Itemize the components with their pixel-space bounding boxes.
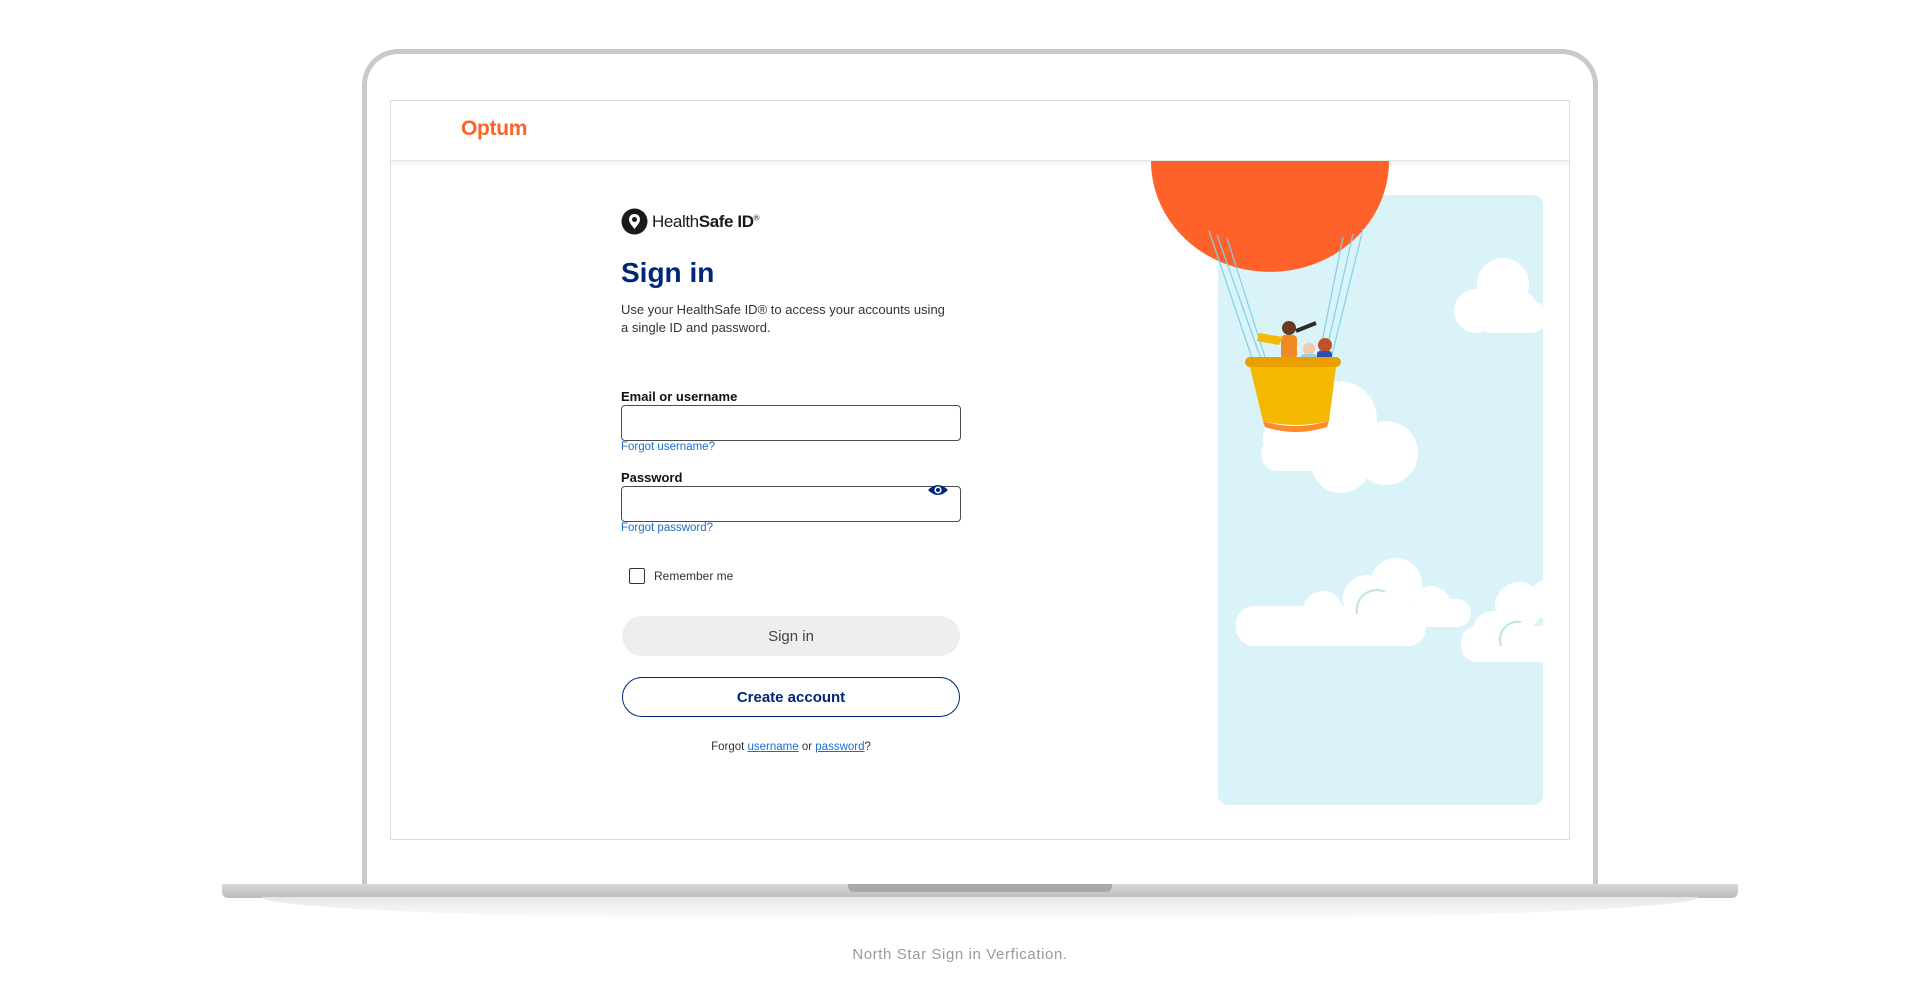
hot-air-balloon-illustration: [1151, 161, 1569, 805]
password-label: Password: [621, 470, 683, 485]
healthsafe-shield-icon: [621, 208, 648, 235]
cloud-bottom-left: [1236, 558, 1471, 646]
healthsafe-id-wordmark: HealthSafe ID®: [652, 211, 760, 231]
page-title: Sign in: [621, 257, 715, 288]
footer-username-link[interactable]: username: [748, 741, 799, 753]
cloud-middle: [1261, 381, 1418, 493]
image-caption: North Star Sign in Verfication.: [852, 946, 1068, 963]
footer-password-link[interactable]: password: [815, 741, 864, 753]
forgot-password-link[interactable]: Forgot password?: [621, 522, 713, 534]
eye-icon[interactable]: [927, 483, 949, 497]
optum-logo[interactable]: Optum: [461, 117, 527, 141]
remember-me-checkbox[interactable]: [629, 568, 645, 584]
laptop-notch: [848, 884, 1112, 892]
cloud-top-right: [1454, 258, 1546, 333]
remember-me-label: Remember me: [654, 569, 734, 583]
sign-in-button[interactable]: Sign in: [622, 616, 960, 656]
healthsafe-id-logo: HealthSafe ID®: [621, 208, 759, 235]
browser-screen: Optum HealthSafe ID® Sign in Use your He…: [390, 100, 1570, 840]
intro-text: Use your HealthSafe ID® to access your a…: [621, 302, 945, 335]
forgot-credentials-text: Forgot username or password?: [711, 741, 871, 753]
email-label: Email or username: [621, 389, 738, 404]
create-account-button[interactable]: Create account: [622, 677, 960, 717]
password-field[interactable]: [621, 486, 961, 522]
forgot-username-link[interactable]: Forgot username?: [621, 441, 715, 453]
cloud-bottom-right: [1461, 579, 1569, 662]
laptop-foot-shadow: [262, 897, 1698, 921]
app-header: Optum: [391, 101, 1569, 161]
email-field[interactable]: [621, 405, 961, 441]
